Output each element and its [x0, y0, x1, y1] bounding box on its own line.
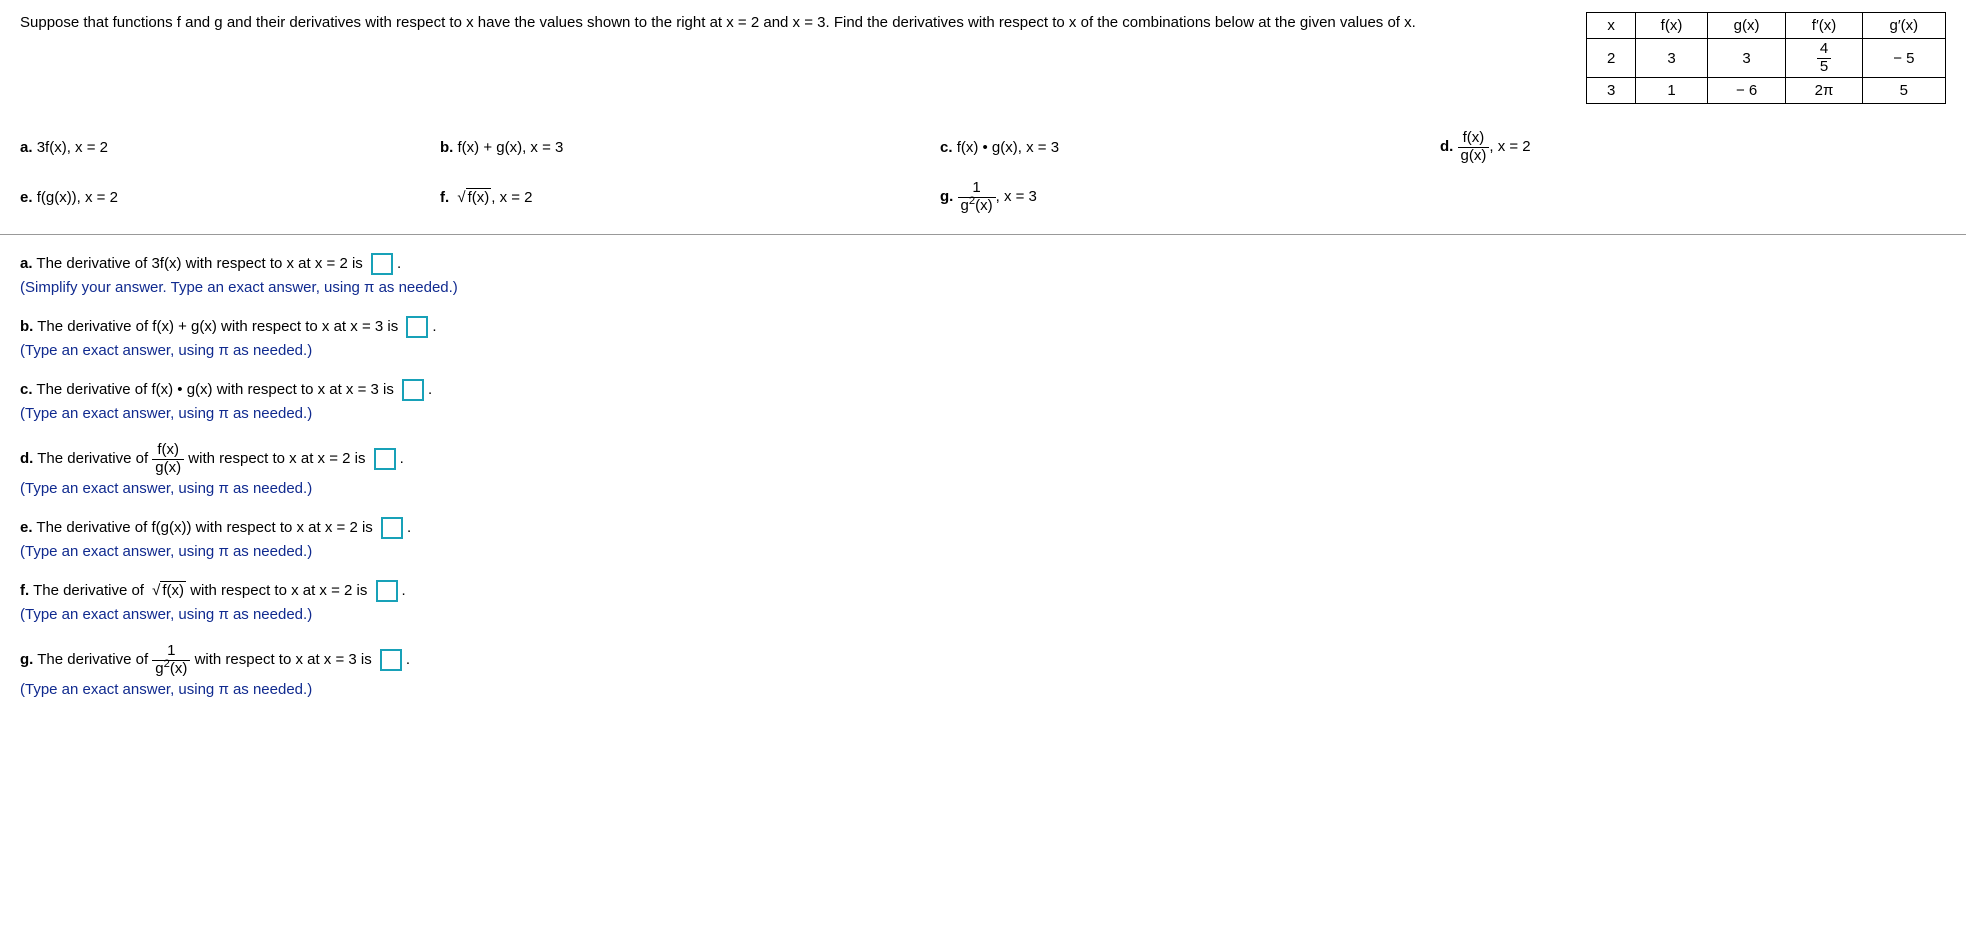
hint-g: (Type an exact answer, using π as needed… [20, 679, 1946, 700]
cell-x-3: 3 [1587, 78, 1636, 104]
answer-input-d[interactable] [374, 448, 396, 470]
hint-e: (Type an exact answer, using π as needed… [20, 541, 1946, 562]
answer-input-c[interactable] [402, 379, 424, 401]
hint-a: (Simplify your answer. Type an exact ans… [20, 277, 1946, 298]
cell-gx-2: 3 [1707, 39, 1786, 78]
th-gpx: g′(x) [1862, 13, 1945, 39]
hint-b: (Type an exact answer, using π as needed… [20, 340, 1946, 361]
answer-g: g. The derivative of 1g2(x) with respect… [20, 643, 1946, 700]
answer-d: d. The derivative of f(x)g(x) with respe… [20, 442, 1946, 499]
part-d: d. f(x)g(x), x = 2 [1440, 130, 1946, 164]
answer-c: c. The derivative of f(x) • g(x) with re… [20, 379, 1946, 424]
fpx-2-num: 4 [1817, 41, 1831, 59]
answer-input-f[interactable] [376, 580, 398, 602]
hint-f: (Type an exact answer, using π as needed… [20, 604, 1946, 625]
problem-intro: Suppose that functions f and g and their… [20, 12, 1566, 33]
answer-b: b. The derivative of f(x) + g(x) with re… [20, 316, 1946, 361]
hint-d: (Type an exact answer, using π as needed… [20, 478, 1946, 499]
answer-f: f. The derivative of f(x) with respect t… [20, 580, 1946, 625]
part-g: g. 1 g2(x) , x = 3 [940, 180, 1440, 214]
answer-input-g[interactable] [380, 649, 402, 671]
cell-gpx-2: − 5 [1862, 39, 1945, 78]
answer-input-e[interactable] [381, 517, 403, 539]
part-b: b. f(x) + g(x), x = 3 [440, 137, 940, 158]
cell-x-2: 2 [1587, 39, 1636, 78]
hint-c: (Type an exact answer, using π as needed… [20, 403, 1946, 424]
th-fx: f(x) [1636, 13, 1708, 39]
table-row: 3 1 − 6 2π 5 [1587, 78, 1946, 104]
part-a: a. 3f(x), x = 2 [20, 137, 440, 158]
part-e: e. f(g(x)), x = 2 [20, 187, 440, 208]
parts-grid: a. 3f(x), x = 2 b. f(x) + g(x), x = 3 c.… [20, 130, 1946, 214]
cell-fx-3: 1 [1636, 78, 1708, 104]
answer-a: a. The derivative of 3f(x) with respect … [20, 253, 1946, 298]
cell-gx-3: − 6 [1707, 78, 1786, 104]
cell-fx-2: 3 [1636, 39, 1708, 78]
table-header-row: x f(x) g(x) f′(x) g′(x) [1587, 13, 1946, 39]
part-c: c. f(x) • g(x), x = 3 [940, 137, 1440, 158]
answer-input-a[interactable] [371, 253, 393, 275]
cell-fpx-3: 2π [1786, 78, 1862, 104]
table-row: 2 3 3 4 5 − 5 [1587, 39, 1946, 78]
cell-fpx-2: 4 5 [1786, 39, 1862, 78]
th-x: x [1587, 13, 1636, 39]
th-fpx: f′(x) [1786, 13, 1862, 39]
fpx-2-den: 5 [1817, 59, 1831, 76]
divider [0, 234, 1966, 235]
answer-input-b[interactable] [406, 316, 428, 338]
cell-gpx-3: 5 [1862, 78, 1945, 104]
answer-e: e. The derivative of f(g(x)) with respec… [20, 517, 1946, 562]
th-gx: g(x) [1707, 13, 1786, 39]
values-table: x f(x) g(x) f′(x) g′(x) 2 3 3 4 5 − 5 3 … [1586, 12, 1946, 104]
part-f: f. f(x), x = 2 [440, 187, 940, 208]
